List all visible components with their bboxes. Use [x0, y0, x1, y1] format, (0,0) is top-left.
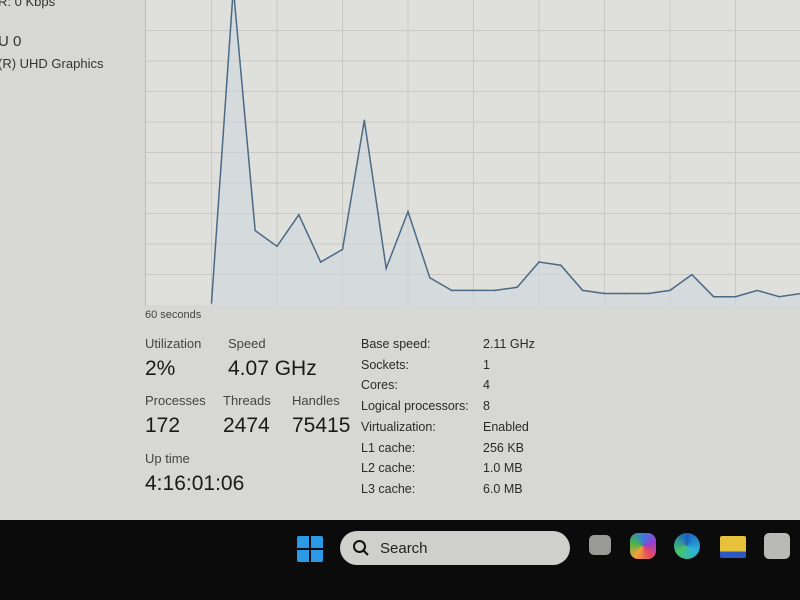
threads-value: 2474 [223, 414, 270, 437]
spec-label: Logical processors: [361, 399, 469, 414]
processes-value: 172 [145, 414, 181, 437]
utilization-point [472, 289, 475, 292]
utilization-point [516, 286, 518, 289]
utilization-point [734, 295, 737, 298]
graph-time-label: 60 seconds [145, 309, 202, 321]
spec-label: L2 cache: [361, 461, 416, 476]
utilization-point [210, 302, 213, 304]
utilization-point [385, 267, 387, 270]
utilization-value: 2% [145, 357, 176, 380]
speed-value: 4.07 GHz [228, 357, 317, 380]
utilization-point [756, 289, 759, 292]
file-explorer-icon[interactable] [720, 536, 746, 558]
speed-label: Speed [228, 336, 266, 351]
spec-label: Base speed: [361, 337, 431, 351]
uptime-value: 4:16:01:06 [145, 472, 245, 495]
sidebar-gpu-name[interactable]: (R) UHD Graphics [0, 56, 103, 71]
utilization-label: Utilization [145, 336, 202, 351]
utilization-point [669, 289, 671, 292]
utilization-point [276, 245, 278, 248]
utilization-point [494, 289, 497, 292]
spec-label: L3 cache: [361, 481, 416, 496]
handles-value: 75415 [292, 414, 351, 437]
windows-start-icon[interactable] [297, 536, 323, 562]
handles-label: Handles [292, 393, 340, 408]
search-label: Search [380, 539, 428, 557]
edge-icon[interactable] [674, 533, 700, 559]
utilization-point [363, 119, 366, 122]
spec-value: 4 [483, 378, 490, 393]
utilization-point [560, 264, 562, 267]
spec-value: 2.11 GHz [483, 337, 535, 351]
spec-value: 1.0 MB [483, 461, 523, 476]
sidebar-gpu-title[interactable]: U 0 [0, 33, 21, 50]
processes-label: Processes [145, 393, 206, 408]
utilization-point [691, 273, 693, 276]
spec-label: Virtualization: [361, 419, 436, 434]
utilization-point [298, 214, 300, 216]
spec-label: L1 cache: [361, 440, 416, 455]
copilot-icon[interactable] [630, 533, 656, 559]
utilization-point [341, 248, 344, 251]
task-view-icon[interactable] [589, 535, 611, 555]
uptime-label: Up time [145, 451, 190, 466]
sidebar-network-text[interactable]: R: 0 Kbps [0, 0, 55, 9]
utilization-point [581, 289, 584, 292]
cpu-utilization-graph [145, 0, 800, 305]
search-icon [353, 540, 369, 556]
utilization-point [647, 292, 649, 295]
spec-label: Sockets: [361, 357, 409, 372]
utilization-point [778, 295, 780, 298]
spec-value: 1 [483, 357, 490, 372]
spec-label: Cores: [361, 378, 398, 393]
utilization-point [625, 292, 628, 295]
taskbar-search-box[interactable]: Search [340, 531, 570, 565]
utilization-point [450, 289, 453, 292]
store-icon[interactable] [764, 533, 790, 559]
utilization-point [538, 261, 540, 263]
spec-value: 8 [483, 399, 490, 414]
utilization-point [429, 277, 431, 279]
threads-label: Threads [223, 393, 271, 408]
utilization-point [712, 295, 715, 298]
utilization-point [603, 292, 606, 295]
utilization-point [319, 261, 322, 263]
spec-value: Enabled [483, 419, 529, 434]
spec-value: 6.0 MB [483, 481, 523, 496]
spec-value: 256 KB [483, 440, 525, 455]
utilization-point [407, 210, 409, 213]
utilization-point [254, 229, 256, 232]
